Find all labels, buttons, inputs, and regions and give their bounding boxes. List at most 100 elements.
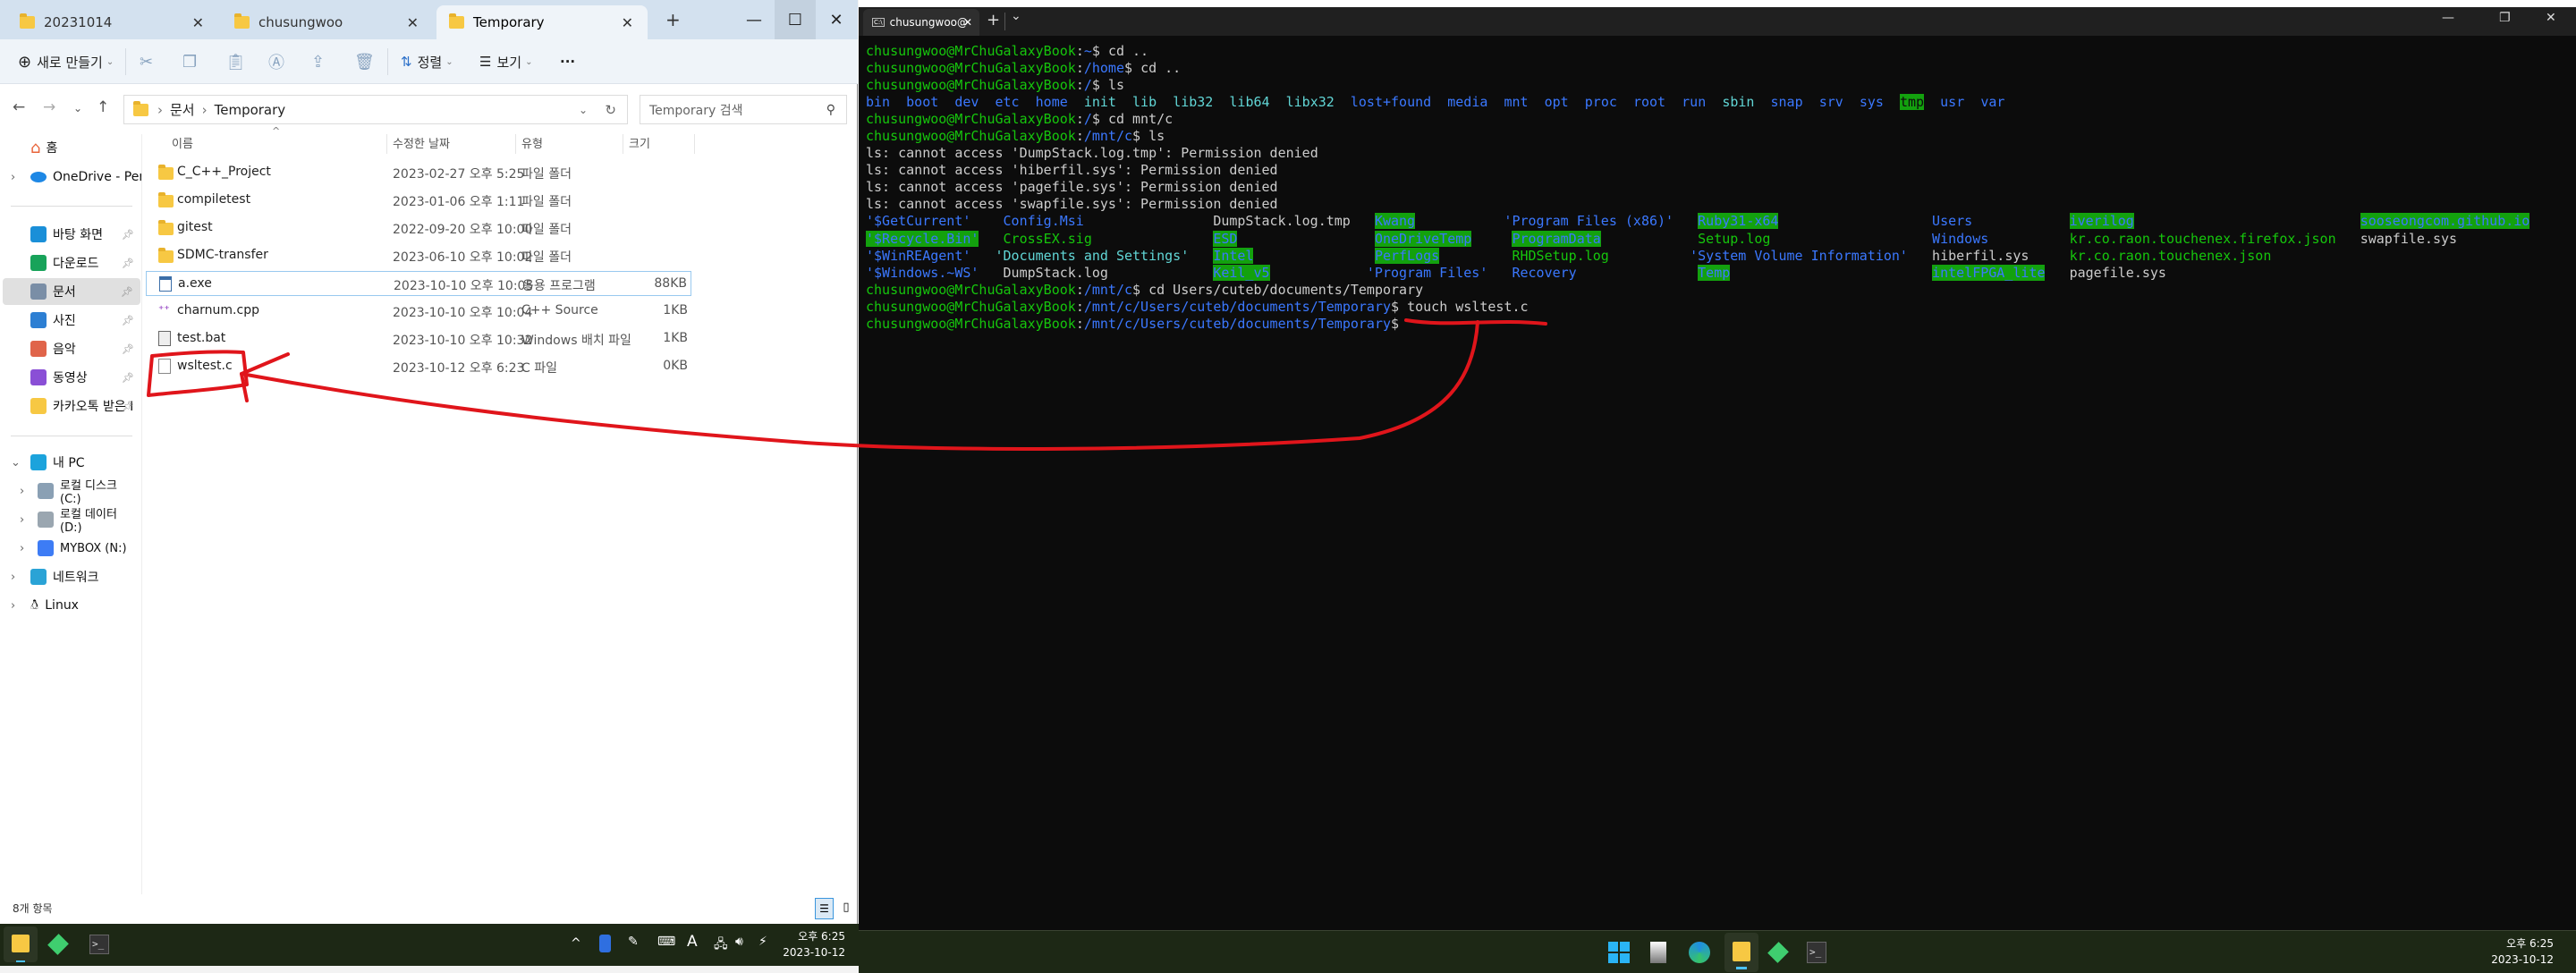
file-row[interactable]: C_C++_Project 2023-02-27 오후 5:25 파일 폴더: [146, 160, 691, 185]
sidebar-item-this-pc[interactable]: ⌄ 내 PC: [0, 449, 141, 476]
network-icon[interactable]: 🖧︎: [714, 935, 728, 956]
sort-button[interactable]: ⇅ 정렬 ⌄: [401, 48, 453, 75]
tab-dropdown-button[interactable]: ⌄: [1011, 9, 1021, 23]
close-tab-icon[interactable]: ✕: [407, 14, 419, 31]
expand-chevron-icon[interactable]: ›: [20, 485, 24, 498]
copy-icon[interactable]: ❐: [182, 48, 197, 75]
volume-icon[interactable]: 🔊︎: [735, 935, 743, 949]
file-row[interactable]: ⁺⁺ charnum.cpp 2023-10-10 오후 10:04 C++ Sour…: [146, 299, 691, 324]
sidebar-item-onedrive[interactable]: › OneDrive - Personal: [0, 164, 141, 190]
taskbar-clock[interactable]: 오후 6:25 2023-10-12: [778, 928, 845, 960]
pin-icon[interactable]: 📌︎: [122, 372, 134, 384]
expand-chevron-icon[interactable]: ›: [20, 542, 24, 555]
expand-chevron-icon[interactable]: ›: [11, 599, 15, 613]
view-button[interactable]: ☰ 보기 ⌄: [479, 48, 532, 75]
restore-button[interactable]: ❐: [2499, 11, 2511, 25]
battery-icon[interactable]: ⚡︎: [758, 935, 767, 949]
file-row[interactable]: SDMC-transfer 2023-06-10 오후 10:02 파일 폴더: [146, 243, 691, 268]
file-row[interactable]: gitest 2022-09-20 오후 10:00 파일 폴더: [146, 216, 691, 241]
pin-icon[interactable]: 📌︎: [122, 258, 134, 269]
tab-chusungwoo[interactable]: chusungwoo ✕: [222, 5, 433, 39]
taskbar-terminal-icon[interactable]: >_: [89, 935, 109, 954]
keyboard-icon[interactable]: ⌨: [657, 935, 675, 949]
search-input[interactable]: Temporary 검색 ⚲: [640, 95, 847, 124]
file-row[interactable]: compiletest 2023-01-06 오후 1:11 파일 폴더: [146, 188, 691, 213]
expand-chevron-icon[interactable]: ›: [20, 513, 24, 527]
task-view-icon[interactable]: [1650, 942, 1666, 963]
tab-20231014[interactable]: 20231014 ✕: [7, 5, 218, 39]
taskbar-clock[interactable]: 오후 6:25 2023-10-12: [2487, 935, 2554, 968]
file-row[interactable]: test.bat 2023-10-10 오후 10:32 Windows 배치 파일…: [146, 326, 691, 351]
refresh-icon[interactable]: ↻: [605, 102, 616, 118]
column-header-type[interactable]: 유형: [516, 134, 623, 154]
breadcrumb-documents[interactable]: 문서: [170, 100, 195, 119]
column-header-name[interactable]: 이름: [166, 134, 387, 154]
sidebar-item-linux[interactable]: › 🐧︎ Linux: [0, 592, 141, 619]
new-tab-button[interactable]: +: [665, 9, 681, 30]
address-bar[interactable]: › 문서 › Temporary ⌄ ↻: [123, 95, 628, 124]
taskbar-explorer-button[interactable]: [1724, 933, 1758, 972]
close-window-button[interactable]: ✕: [816, 0, 857, 39]
start-button[interactable]: [1608, 942, 1630, 963]
sidebar-item-quick[interactable]: 동영상 📌︎: [0, 364, 141, 391]
taskbar-app-icon[interactable]: [47, 934, 69, 955]
forward-arrow-icon[interactable]: →: [43, 98, 55, 116]
sidebar-item-quick[interactable]: 문서 📌︎: [3, 278, 140, 305]
collapse-chevron-icon[interactable]: ⌄: [11, 456, 21, 470]
pen-icon[interactable]: ✎: [628, 935, 639, 949]
sidebar-item-mybox[interactable]: › MYBOX (N:): [0, 535, 141, 562]
sidebar-item-network[interactable]: › 네트워크: [0, 563, 141, 590]
recent-chevron-icon[interactable]: ⌄: [73, 102, 82, 114]
column-header-size[interactable]: 크기: [623, 134, 695, 154]
pin-icon[interactable]: 📌︎: [122, 343, 134, 355]
terminal-output[interactable]: chusungwoo@MrChuGalaxyBook:~$ cd .. chusu…: [866, 43, 2530, 333]
taskbar-explorer-button[interactable]: [4, 926, 38, 962]
breadcrumb-temporary[interactable]: Temporary: [215, 102, 286, 118]
sidebar-item-drive-d[interactable]: › 로컬 데이터 (D:): [0, 506, 141, 535]
expand-chevron-icon[interactable]: ›: [11, 171, 15, 184]
file-row[interactable]: wsltest.c 2023-10-12 오후 6:23 C 파일 0KB: [146, 354, 691, 379]
delete-icon[interactable]: 🗑︎: [354, 48, 375, 75]
close-tab-icon[interactable]: ✕: [622, 14, 633, 31]
pin-icon[interactable]: 📌︎: [122, 315, 134, 326]
minimize-button[interactable]: —: [733, 0, 775, 39]
sidebar-item-quick[interactable]: 사진 📌︎: [0, 307, 141, 334]
share-icon[interactable]: ⇪: [311, 48, 325, 75]
pin-icon[interactable]: 📌︎: [122, 229, 134, 241]
rename-icon[interactable]: Ⓐ: [268, 48, 284, 75]
more-options-button[interactable]: ···: [560, 48, 575, 75]
back-arrow-icon[interactable]: ←: [13, 98, 25, 116]
sidebar-item-quick[interactable]: 다운로드 📌︎: [0, 250, 141, 276]
maximize-button[interactable]: ☐: [775, 0, 816, 39]
taskbar-app-icon[interactable]: [1767, 942, 1789, 963]
expand-chevron-icon[interactable]: ›: [11, 571, 15, 584]
sidebar-item-home[interactable]: ⌂ 홈: [0, 134, 141, 161]
file-row[interactable]: a.exe 2023-10-10 오후 10:05 응용 프로그램 88KB: [146, 271, 691, 296]
new-tab-button[interactable]: +: [987, 11, 1000, 30]
sidebar-item-drive-c[interactable]: › 로컬 디스크 (C:): [0, 478, 141, 506]
close-tab-icon[interactable]: ✕: [963, 16, 972, 29]
up-arrow-icon[interactable]: ↑: [97, 98, 109, 116]
show-hidden-icons-button[interactable]: ^: [571, 936, 581, 951]
tab-temporary[interactable]: Temporary ✕: [436, 5, 648, 39]
sidebar-item-quick[interactable]: 바탕 화면 📌︎: [0, 221, 141, 248]
sidebar-item-quick[interactable]: 카카오톡 받은 I 📌︎: [0, 393, 141, 419]
details-view-button[interactable]: ☰: [815, 898, 834, 919]
close-window-button[interactable]: ✕: [2546, 11, 2556, 25]
tray-app-icon[interactable]: [599, 935, 611, 952]
column-header-date[interactable]: 수정한 날짜: [387, 134, 516, 154]
pin-icon[interactable]: 📌︎: [121, 286, 133, 298]
minimize-button[interactable]: —: [2442, 11, 2454, 25]
address-dropdown-icon[interactable]: ⌄: [579, 104, 588, 116]
edge-browser-icon[interactable]: [1689, 942, 1710, 963]
taskbar-terminal-icon[interactable]: >_: [1807, 942, 1826, 963]
new-button[interactable]: ⊕ 새로 만들기 ⌄: [18, 48, 114, 75]
pin-icon[interactable]: 📌︎: [122, 401, 134, 412]
large-icons-view-button[interactable]: ▯: [837, 898, 855, 919]
close-tab-icon[interactable]: ✕: [192, 14, 204, 31]
paste-icon[interactable]: 📋︎: [225, 48, 246, 75]
sidebar-item-quick[interactable]: 음악 📌︎: [0, 335, 141, 362]
terminal-tab[interactable]: C:\ chusungwoo@MrChuGalaxyBook ✕: [863, 9, 979, 36]
ime-indicator[interactable]: A: [687, 933, 698, 951]
cut-icon[interactable]: ✂: [140, 48, 153, 75]
